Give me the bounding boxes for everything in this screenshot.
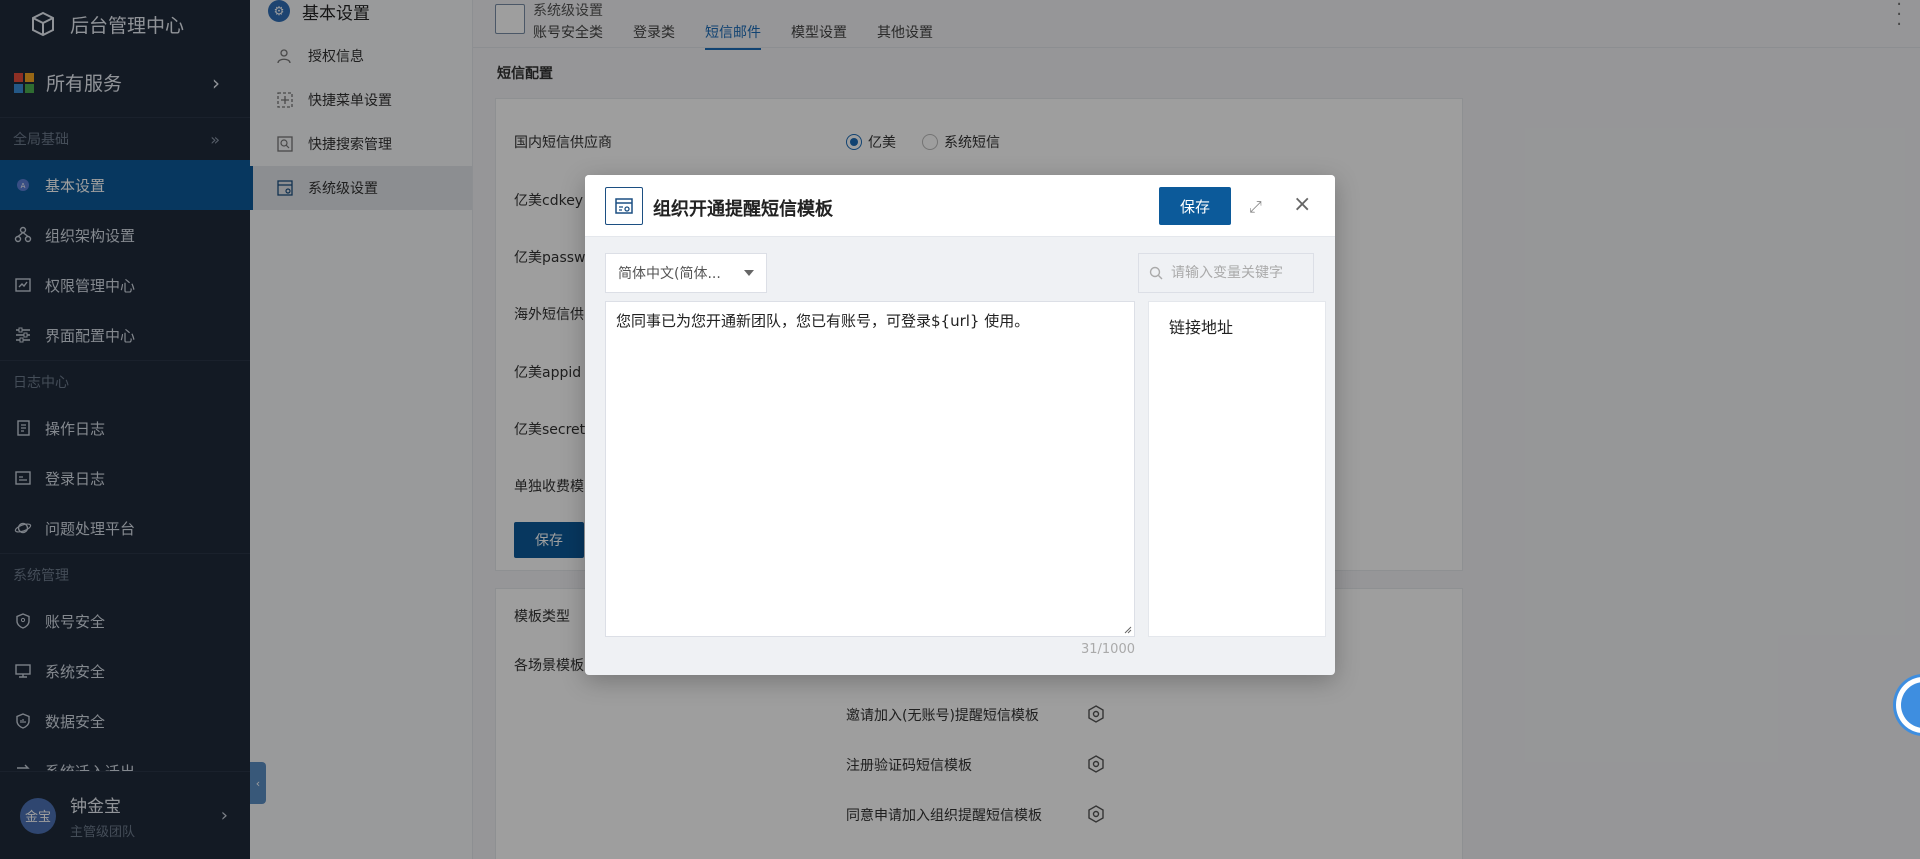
variable-panel: 链接地址: [1148, 301, 1326, 637]
modal-header: 组织开通提醒短信模板 保存 ⤢ ×: [585, 175, 1335, 237]
variable-search-input[interactable]: [1171, 265, 1301, 281]
search-icon: [1149, 266, 1163, 280]
variable-item[interactable]: 链接地址: [1169, 314, 1305, 338]
close-icon[interactable]: ×: [1293, 192, 1311, 217]
template-icon: [605, 187, 643, 225]
chevron-left-icon: ‹: [1901, 682, 1920, 728]
expand-icon[interactable]: ⤢: [1249, 197, 1262, 217]
char-counter: 31/1000: [1080, 642, 1135, 657]
template-content-textarea[interactable]: 您同事已为您开通新团队，您已有账号，可登录${url} 使用。: [605, 301, 1135, 637]
modal-title: 组织开通提醒短信模板: [653, 199, 833, 220]
language-select[interactable]: 简体中文(简体...: [605, 253, 767, 293]
modal-save-button[interactable]: 保存: [1159, 187, 1231, 225]
variable-search[interactable]: [1138, 253, 1314, 293]
template-modal: 组织开通提醒短信模板 保存 ⤢ × 简体中文(简体... 您同事已为您开通新团队…: [585, 175, 1335, 675]
caret-down-icon: [744, 270, 754, 276]
resize-handle-icon[interactable]: [1122, 624, 1132, 634]
